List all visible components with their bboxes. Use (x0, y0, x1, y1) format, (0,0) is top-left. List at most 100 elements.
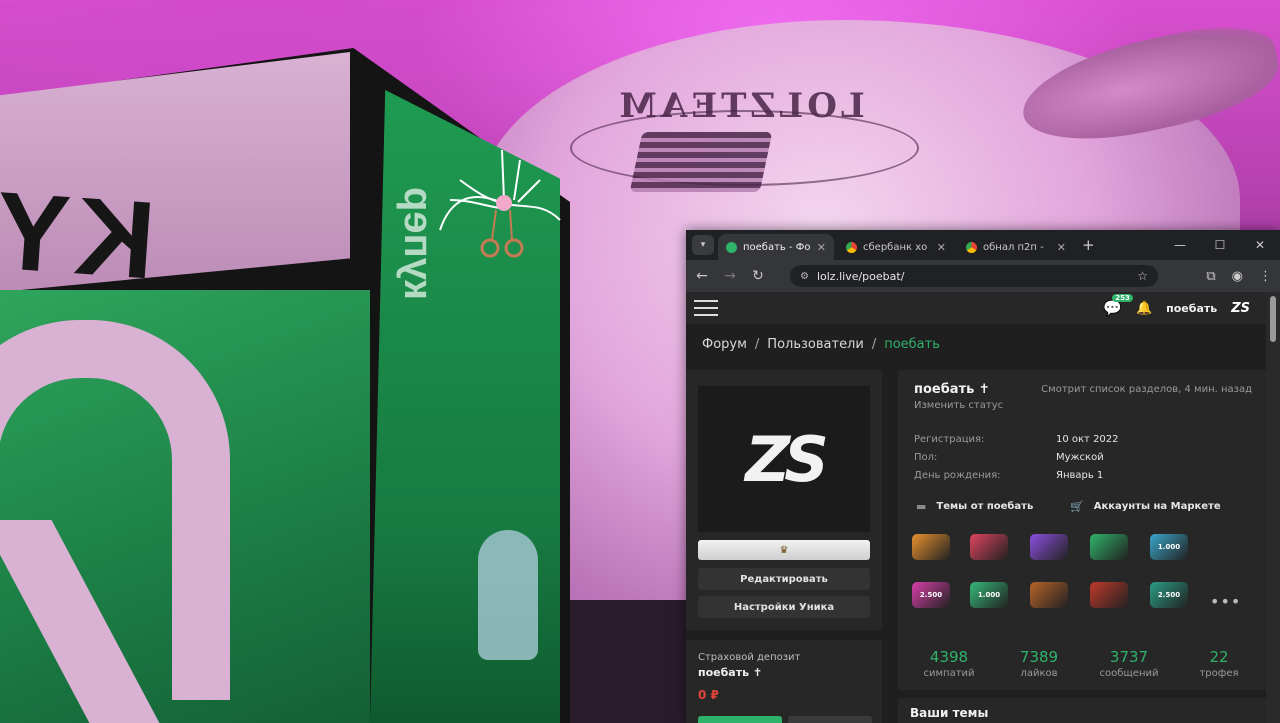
stat-value: 4398 (929, 648, 969, 666)
scrollbar-thumb[interactable] (1270, 296, 1276, 342)
tab-forum[interactable]: поебать - Фо ✕ (718, 234, 834, 260)
profile-icon[interactable]: ◉ (1232, 269, 1243, 284)
trophy-icon[interactable]: 2.500 (912, 582, 950, 608)
tab-sberbank[interactable]: сбербанк хо ✕ (838, 234, 954, 260)
lolz-favicon-icon (726, 241, 737, 253)
trophy-label: 1.000 (977, 591, 1001, 599)
hamburger-menu-icon[interactable] (694, 300, 718, 316)
trophy-icon[interactable] (970, 534, 1008, 560)
user-threads-link[interactable]: ▬ Темы от поебать (916, 500, 1033, 513)
deposit-username: поебать ✝ (698, 666, 762, 679)
header-username[interactable]: поебать (1166, 302, 1217, 315)
trophy-icon[interactable] (1030, 582, 1068, 608)
stat-value: 22 (1209, 648, 1229, 666)
avatar-logo-icon: ZS (745, 422, 829, 496)
close-icon[interactable]: ✕ (1057, 241, 1066, 254)
google-favicon-icon (846, 241, 857, 253)
breadcrumb-forum[interactable]: Форум (702, 337, 747, 352)
stat-label: лайков (1020, 668, 1058, 679)
bell-icon[interactable]: 🔔 (1136, 301, 1152, 316)
shirt-money-stack (629, 132, 773, 192)
forward-arrow-icon[interactable]: → (722, 268, 738, 284)
site-header: 💬 253 🔔 поебать ZS (686, 292, 1266, 324)
tab-title: обнал п2п - (983, 241, 1044, 253)
site-settings-icon[interactable]: ⚙ (800, 271, 809, 282)
extensions-icon[interactable]: ⧉ (1206, 269, 1215, 284)
trophy-icon[interactable] (1030, 534, 1068, 560)
doodle-drawing (439, 149, 561, 258)
profile-username-text: поебать (914, 382, 975, 397)
stat-likes[interactable]: 4398 симпатий (914, 648, 984, 679)
window-close-icon[interactable]: ✕ (1240, 238, 1280, 252)
maximize-icon[interactable]: ☐ (1200, 238, 1240, 252)
page-scrollbar[interactable] (1266, 292, 1280, 723)
stat-value: 7389 (1019, 648, 1059, 666)
menu-kebab-icon[interactable]: ⋮ (1259, 269, 1272, 284)
trophy-icon[interactable]: 1.000 (1150, 534, 1188, 560)
info-label: День рождения: (914, 470, 1001, 481)
info-value: 10 окт 2022 (1056, 434, 1119, 445)
stat-label: трофея (1199, 668, 1239, 679)
profile-sidebar: ZS ♛ Редактировать Настройки Уника (686, 370, 882, 630)
unique-settings-button[interactable]: Настройки Уника (698, 596, 870, 618)
deposit-add-button[interactable] (698, 716, 782, 723)
market-accounts-link[interactable]: 🛒 Аккаунты на Маркете (1070, 500, 1221, 513)
trophy-icon[interactable] (912, 534, 950, 560)
stat-trophies[interactable]: 22 трофея (1184, 648, 1254, 679)
google-favicon-icon (966, 241, 977, 253)
deposit-withdraw-button[interactable] (788, 716, 872, 723)
edit-profile-button[interactable]: Редактировать (698, 568, 870, 590)
floor-shadow (560, 600, 690, 723)
breadcrumb: Форум / Пользователи / поебать (702, 337, 940, 352)
tab-title: сбербанк хо (863, 241, 928, 253)
last-activity: Смотрит список разделов, 4 мин. назад (1041, 384, 1252, 395)
more-trophies-icon[interactable]: ••• (1210, 592, 1241, 611)
comment-icon: ▬ (916, 500, 927, 513)
deposit-buttons (698, 716, 872, 723)
change-status-link[interactable]: Изменить статус (914, 400, 1003, 411)
stat-hearts[interactable]: 7389 лайков (1004, 648, 1074, 679)
trophy-label: 2.500 (919, 591, 943, 599)
cart-icon: 🛒 (1070, 500, 1084, 513)
trophy-icon[interactable] (1090, 534, 1128, 560)
close-icon[interactable]: ✕ (817, 241, 826, 254)
shirt-text: LOLZTEAM (615, 86, 865, 126)
info-row-registration: Регистрация: 10 окт 2022 (914, 434, 1119, 445)
tab-bar: ▾ поебать - Фо ✕ сбербанк хо ✕ обнал п2п… (686, 230, 1280, 260)
reload-icon[interactable]: ↻ (750, 268, 766, 284)
trophy-label: 1.000 (1157, 543, 1181, 551)
address-bar[interactable]: ⚙ lolz.live/poebat/ ☆ (790, 265, 1158, 287)
profile-username: поебать ✝ (914, 382, 990, 397)
stat-messages[interactable]: 3737 сообщений (1094, 648, 1164, 679)
window-controls: — ☐ ✕ (1160, 230, 1280, 260)
profile-stats: 4398 симпатий 7389 лайков 3737 сообщений… (914, 648, 1254, 679)
minimize-icon[interactable]: — (1160, 238, 1200, 252)
new-tab-plus-icon[interactable]: + (1082, 236, 1095, 254)
breadcrumb-separator: / (871, 337, 877, 352)
deposit-label: Страховой депозит (698, 652, 801, 663)
info-row-gender: Пол: Мужской (914, 452, 1104, 463)
stat-label: сообщений (1099, 668, 1159, 679)
chat-icon[interactable]: 💬 253 (1103, 294, 1133, 317)
breadcrumb-current: поебать (884, 337, 940, 352)
crown-icon: ♛ (779, 544, 789, 556)
profile-main-card: поебать ✝ Изменить статус Смотрит список… (898, 370, 1266, 690)
trophy-icon[interactable]: 1.000 (970, 582, 1008, 608)
tab-title: поебать - Фо (743, 241, 811, 253)
info-label: Пол: (914, 452, 938, 463)
tab-p2p[interactable]: обнал п2п - ✕ (958, 234, 1074, 260)
header-right: 💬 253 🔔 поебать ZS (1103, 292, 1250, 324)
deposit-amount: 0 ₽ (698, 688, 719, 702)
trophy-icon[interactable]: 2.500 (1150, 582, 1188, 608)
info-row-birthday: День рождения: Январь 1 (914, 470, 1103, 481)
bookmark-star-icon[interactable]: ☆ (1137, 269, 1148, 283)
avatar[interactable]: ZS (698, 386, 870, 532)
back-arrow-icon[interactable]: ← (694, 268, 710, 284)
breadcrumb-users[interactable]: Пользователи (767, 337, 864, 352)
info-label: Регистрация: (914, 434, 985, 445)
dagger-icon: ✝ (978, 382, 990, 397)
site-logo-icon[interactable]: ZS (1231, 301, 1250, 316)
close-icon[interactable]: ✕ (937, 241, 946, 254)
trophy-icon[interactable] (1090, 582, 1128, 608)
tab-search-button[interactable]: ▾ (692, 235, 714, 255)
